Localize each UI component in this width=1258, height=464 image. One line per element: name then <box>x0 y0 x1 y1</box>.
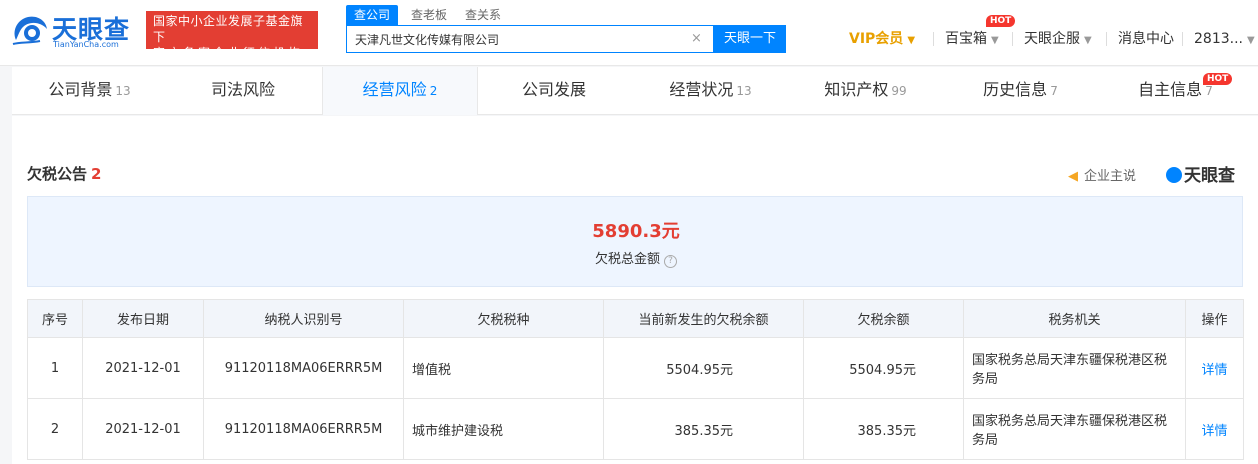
section-title-text: 欠税公告 <box>27 165 88 183</box>
search-button[interactable]: 天眼一下 <box>714 25 786 53</box>
caret-down-icon: ▼ <box>991 35 999 46</box>
tab-intellectual-property[interactable]: 知识产权 99 <box>788 67 943 115</box>
qifu-menu[interactable]: 天眼企服 ▼ <box>1024 30 1092 50</box>
top-header: 天眼查 TianYanCha.com 国家中小企业发展子基金旗下 官方备案企业征… <box>0 0 1258 66</box>
qifu-label: 天眼企服 <box>1024 31 1080 47</box>
caret-down-icon: ▼ <box>1246 35 1255 46</box>
tab-label: 经营风险 <box>362 80 427 99</box>
vip-member-menu[interactable]: VIP会员 ▼ <box>849 30 915 50</box>
company-says-label: 企业主说 <box>1084 169 1137 184</box>
tab-label: 经营状况 <box>669 80 734 99</box>
cell-index: 2 <box>27 398 83 460</box>
tab-count: 13 <box>736 84 752 98</box>
tax-arrears-table: 序号 发布日期 纳税人识别号 欠税税种 当前新发生的欠税余额 欠税余额 税务机关… <box>27 299 1244 460</box>
company-tabs: 公司背景 13 司法风险 经营风险 2 公司发展 经营状况 13 知识产权 99 历史信… <box>12 67 1258 115</box>
tab-history[interactable]: 历史信息 7 <box>943 67 1098 115</box>
official-badge: 国家中小企业发展子基金旗下 官方备案企业征信机构 <box>146 11 318 60</box>
tab-count: 13 <box>115 84 131 98</box>
section-title: 欠税公告 2 <box>27 163 101 184</box>
vip-label: VIP会员 <box>849 31 904 47</box>
divider <box>1012 32 1013 46</box>
cell-date: 2021-12-01 <box>82 398 204 460</box>
tab-operating-risk[interactable]: 经营风险 2 <box>322 67 478 115</box>
col-header-new-balance: 当前新发生的欠税余额 <box>603 299 804 338</box>
cell-tax-type: 城市维护建设税 <box>403 398 604 460</box>
tab-label: 历史信息 <box>983 80 1048 99</box>
user-menu[interactable]: 2813... ▼ <box>1194 30 1255 50</box>
brand-text: 天眼查 <box>1184 166 1235 186</box>
tab-company-background[interactable]: 公司背景 13 <box>12 67 167 115</box>
details-link[interactable]: 详情 <box>1185 337 1244 399</box>
col-header-action: 操作 <box>1185 299 1244 338</box>
badge-line-2: 官方备案企业征信机构 <box>153 46 304 60</box>
divider <box>1182 32 1183 46</box>
company-says-link[interactable]: ◀ 企业主说 <box>1068 165 1136 184</box>
search-tab-company[interactable]: 查公司 <box>346 5 399 25</box>
tab-judicial-risk[interactable]: 司法风险 <box>167 67 322 115</box>
table-row: 1 2021-12-01 91120118MA06ERRR5M 增值税 5504… <box>27 337 1244 399</box>
search-tab-relation[interactable]: 查关系 <box>465 5 501 25</box>
logo-mark-icon <box>12 16 47 45</box>
tax-summary: 5890.3元 欠税总金额? <box>27 196 1243 287</box>
search-tab-boss[interactable]: 查老板 <box>411 5 447 25</box>
total-amount: 5890.3元 <box>592 221 680 242</box>
col-header-tax-type: 欠税税种 <box>403 299 604 338</box>
cell-taxpayer-id: 91120118MA06ERRR5M <box>203 337 404 399</box>
badge-line-1: 国家中小企业发展子基金旗下 <box>153 14 304 44</box>
divider <box>933 32 934 46</box>
col-header-taxpayer-id: 纳税人识别号 <box>203 299 404 338</box>
speaker-icon: ◀ <box>1068 169 1078 184</box>
cell-authority: 国家税务总局天津东疆保税港区税务局 <box>963 398 1186 460</box>
details-link[interactable]: 详情 <box>1185 398 1244 460</box>
tab-label: 知识产权 <box>824 80 889 99</box>
table-header-row: 序号 发布日期 纳税人识别号 欠税税种 当前新发生的欠税余额 欠税余额 税务机关… <box>27 299 1244 338</box>
tab-count: 2 <box>429 84 438 98</box>
tab-business-status[interactable]: 经营状况 13 <box>633 67 788 115</box>
cell-balance: 5504.95元 <box>803 337 964 399</box>
tab-label: 自主信息 <box>1138 80 1203 99</box>
caret-down-icon: ▼ <box>1084 35 1092 46</box>
table-row: 2 2021-12-01 91120118MA06ERRR5M 城市维护建设税 … <box>27 398 1244 460</box>
col-header-index: 序号 <box>27 299 83 338</box>
col-header-authority: 税务机关 <box>963 299 1186 338</box>
divider <box>1106 32 1107 46</box>
cell-index: 1 <box>27 337 83 399</box>
help-icon[interactable]: ? <box>664 255 677 268</box>
clear-icon[interactable]: × <box>691 31 702 46</box>
brand-mark-icon <box>1166 167 1182 183</box>
brand-watermark: 天眼查 <box>1166 161 1235 186</box>
cell-authority: 国家税务总局天津东疆保税港区税务局 <box>963 337 1186 399</box>
col-header-balance: 欠税余额 <box>803 299 964 338</box>
baibaoxiang-label: 百宝箱 <box>945 31 987 47</box>
hot-badge: HOT <box>1203 73 1233 85</box>
tab-company-development[interactable]: 公司发展 <box>478 67 633 115</box>
cell-date: 2021-12-01 <box>82 337 204 399</box>
search-box: × <box>346 25 714 53</box>
cell-balance: 385.35元 <box>803 398 964 460</box>
col-header-date: 发布日期 <box>82 299 204 338</box>
section-count: 2 <box>91 165 102 183</box>
search-input[interactable] <box>347 26 687 52</box>
tax-arrears-card: 欠税公告 2 ◀ 企业主说 天眼查 5890.3元 欠税总金额? 序号 发布日期 纳… <box>12 116 1258 464</box>
tab-count: 7 <box>1205 84 1213 98</box>
user-label: 2813... <box>1194 31 1243 47</box>
tab-count: 7 <box>1050 84 1058 98</box>
tianyancha-logo[interactable]: 天眼查 TianYanCha.com <box>10 8 140 50</box>
logo-domain: TianYanCha.com <box>53 40 119 49</box>
cell-taxpayer-id: 91120118MA06ERRR5M <box>203 398 404 460</box>
tab-label: 公司背景 <box>48 80 113 99</box>
cell-new-balance: 5504.95元 <box>603 337 804 399</box>
total-amount-label: 欠税总金额? <box>28 248 1244 268</box>
message-center-link[interactable]: 消息中心 <box>1118 30 1174 48</box>
baibaoxiang-menu[interactable]: 百宝箱 ▼ <box>945 30 999 50</box>
cell-new-balance: 385.35元 <box>603 398 804 460</box>
caret-down-icon: ▼ <box>907 35 916 46</box>
tab-count: 99 <box>891 84 907 98</box>
tab-label: 司法风险 <box>210 80 275 99</box>
tab-label: 公司发展 <box>521 80 586 99</box>
hot-badge: HOT <box>986 15 1016 27</box>
total-amount-label-text: 欠税总金额 <box>594 252 660 267</box>
cell-tax-type: 增值税 <box>403 337 604 399</box>
